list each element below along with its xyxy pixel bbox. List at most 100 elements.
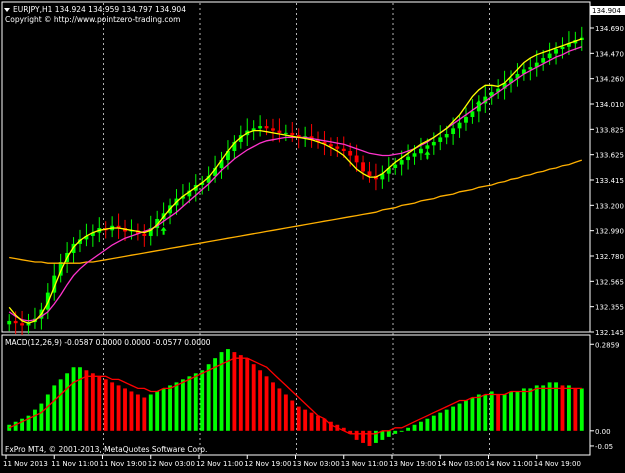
bull-candle xyxy=(541,58,546,63)
macd-bar-up xyxy=(65,373,70,431)
bear-candle xyxy=(13,320,18,324)
bear-candle xyxy=(271,128,275,131)
price-tick-label: 132.780 xyxy=(595,253,624,261)
macd-bar-up xyxy=(174,382,179,431)
macd-bar-up xyxy=(464,400,468,431)
macd-bar-up xyxy=(534,385,539,431)
macd-bar-up xyxy=(483,394,488,431)
macd-bar-down xyxy=(90,373,95,431)
macd-bar-up xyxy=(425,418,430,431)
macd-bar-up xyxy=(213,358,218,431)
time-tick-label: 13 Nov 03:00 xyxy=(293,460,340,468)
bull-candle xyxy=(393,164,398,168)
symbol-header: EURJPY,H1 134.924 134.959 134.797 134.90… xyxy=(13,5,186,14)
macd-bar-down xyxy=(316,415,320,431)
macd-bar-up xyxy=(33,409,37,431)
macd-bar-up xyxy=(180,379,185,431)
macd-bar-up xyxy=(45,394,50,431)
macd-bar-down xyxy=(110,382,115,431)
macd-bar-down xyxy=(142,397,147,431)
bull-candle xyxy=(406,156,411,161)
macd-bar-up xyxy=(13,421,18,431)
macd-bar-up xyxy=(521,388,526,431)
bear-candle xyxy=(277,130,282,133)
macd-bar-up xyxy=(489,391,494,431)
bear-candle xyxy=(264,126,269,129)
chart-canvas[interactable]: 134.690 134.470 134.260 134.010 133.825 133.6… xyxy=(0,0,625,469)
macd-bar-up xyxy=(470,397,475,431)
bull-candle xyxy=(283,132,288,134)
macd-bar-down xyxy=(103,379,108,431)
macd-tick-label: -0.05 xyxy=(595,443,613,451)
price-tick-label: 132.355 xyxy=(595,304,624,312)
macd-bar-up xyxy=(438,412,443,431)
time-tick-label: 14 Nov 19:00 xyxy=(534,460,581,468)
bear-candle xyxy=(341,148,346,152)
time-tick-label: 11 Nov 2013 xyxy=(3,460,48,468)
macd-bar-up xyxy=(386,430,391,437)
macd-bar-down xyxy=(135,394,140,431)
bear-candle xyxy=(142,233,147,236)
price-tick-label: 133.825 xyxy=(595,126,624,134)
macd-bar-up xyxy=(476,394,481,431)
current-price-label: 134.904 xyxy=(592,7,621,15)
macd-bar-up xyxy=(515,391,520,431)
macd-bar-up xyxy=(148,394,153,431)
bear-candle xyxy=(348,151,353,156)
macd-bar-down xyxy=(283,394,288,431)
macd-bar-down xyxy=(232,352,237,431)
price-tick-label: 132.990 xyxy=(595,228,624,236)
time-tick-label: 11 Nov 11:00 xyxy=(51,460,98,468)
time-tick-label: 14 Nov 03:00 xyxy=(437,460,484,468)
macd-bar-up xyxy=(431,415,436,431)
bull-candle xyxy=(547,53,552,59)
bear-candle xyxy=(354,155,359,163)
bear-candle xyxy=(20,323,25,326)
macd-bar-up xyxy=(168,385,172,431)
macd-bar-up xyxy=(193,373,198,431)
bull-candle xyxy=(438,137,443,142)
macd-bar-down xyxy=(264,376,269,431)
macd-bar-down xyxy=(361,430,365,443)
price-tick-label: 133.200 xyxy=(595,202,624,210)
macd-bar-down xyxy=(238,355,243,431)
macd-bar-down xyxy=(277,388,282,431)
bull-candle xyxy=(7,320,12,325)
macd-bar-up xyxy=(457,403,462,431)
macd-bar-down xyxy=(123,388,127,431)
macd-tick-label: 0.00 xyxy=(595,428,611,436)
macd-bar-up xyxy=(412,424,417,431)
macd-bar-up xyxy=(155,391,160,431)
macd-bar-down xyxy=(560,385,565,431)
macd-bar-up xyxy=(161,388,166,431)
price-tick-label: 134.260 xyxy=(595,76,624,84)
macd-bar-up xyxy=(541,385,546,431)
macd-bar-up xyxy=(451,406,456,431)
time-tick-label: 12 Nov 19:00 xyxy=(244,460,291,468)
bull-candle xyxy=(451,128,456,135)
trading-chart-window[interactable]: 134.690 134.470 134.260 134.010 133.825 133.6… xyxy=(0,0,625,469)
bear-candle xyxy=(367,171,372,176)
time-tick-label: 14 Nov 11:00 xyxy=(486,460,533,468)
bull-candle xyxy=(554,49,558,54)
bull-candle xyxy=(258,126,263,129)
macd-bar-down xyxy=(309,412,314,431)
macd-bar-up xyxy=(206,364,211,431)
price-tick-label: 132.145 xyxy=(595,329,624,337)
macd-bar-down xyxy=(116,385,121,431)
macd-bar-up xyxy=(78,367,82,431)
macd-bar-up xyxy=(71,367,76,431)
macd-bar-up xyxy=(187,376,192,431)
macd-bar-up xyxy=(419,421,423,431)
bull-candle xyxy=(444,134,449,138)
bear-candle xyxy=(335,146,340,149)
macd-bar-down xyxy=(245,358,250,431)
bear-candle xyxy=(361,162,365,172)
time-tick-label: 12 Nov 11:00 xyxy=(196,460,243,468)
macd-bar-up xyxy=(509,391,513,431)
bull-candle xyxy=(419,148,423,154)
footer-credit: FxPro MT4, © 2001-2013, MetaQuotes Softw… xyxy=(5,445,207,454)
macd-bar-down xyxy=(573,388,578,431)
copyright-text: Copyright © http://www.pointzero-trading… xyxy=(5,15,180,24)
time-tick-label: 12 Nov 03:00 xyxy=(148,460,195,468)
